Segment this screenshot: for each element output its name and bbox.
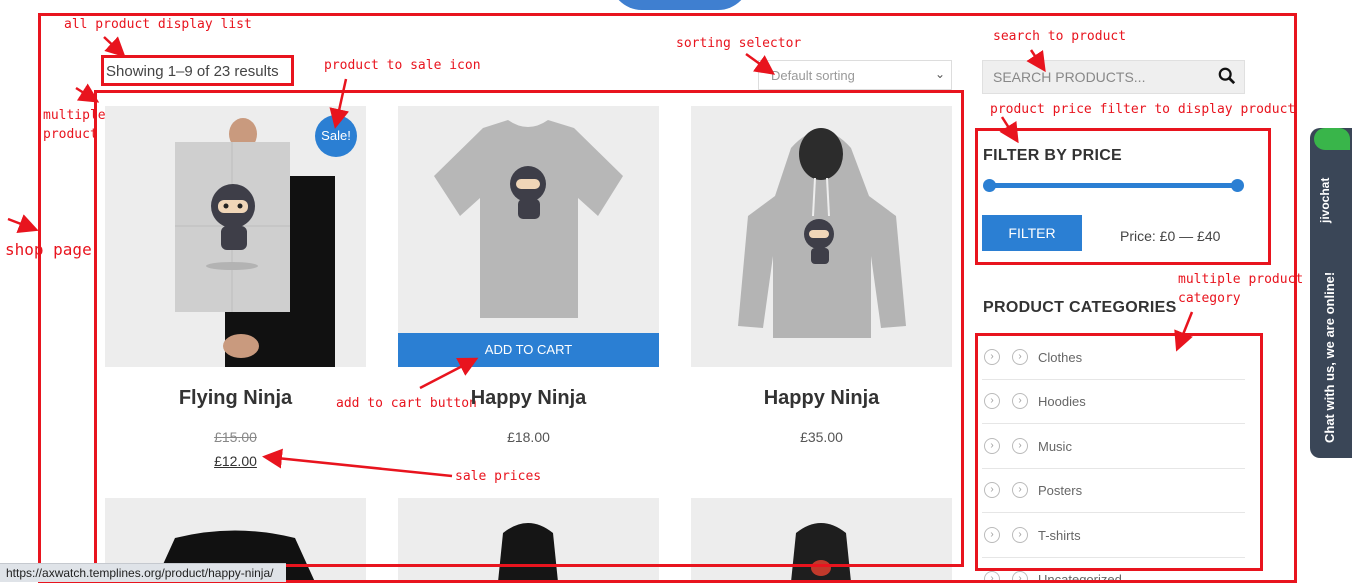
arrow-to-sale-badge — [329, 78, 350, 129]
arrow-to-products — [75, 83, 100, 103]
arrow-to-filter — [999, 116, 1019, 144]
arrow-to-sorting — [745, 52, 776, 75]
arrow-to-search — [1026, 49, 1046, 73]
arrow-to-categories — [1174, 311, 1194, 352]
arrow-to-sale-prices — [262, 448, 453, 478]
arrow-to-shop-page — [7, 214, 39, 233]
arrow-to-results-count — [103, 36, 126, 58]
browser-status-bar: https://axwatch.templines.org/product/ha… — [0, 563, 286, 582]
annotation-arrows — [7, 36, 1194, 478]
arrow-to-add-to-cart — [419, 357, 479, 390]
